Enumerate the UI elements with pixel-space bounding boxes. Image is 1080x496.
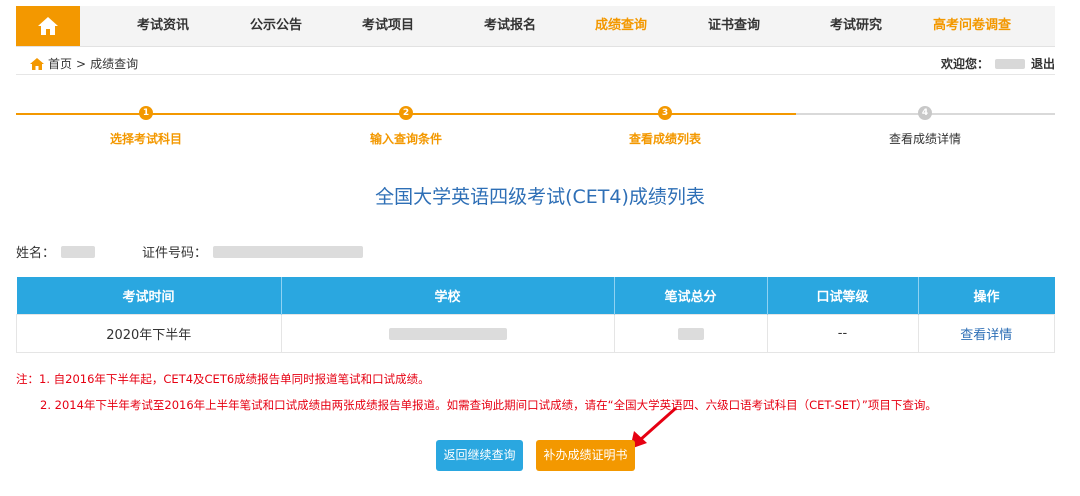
nav-item-registration[interactable]: 考试报名 [484, 6, 536, 46]
cell-school [280, 314, 615, 353]
home-icon [38, 17, 58, 35]
id-info: 证件号码： [142, 242, 364, 261]
nav-item-announcements[interactable]: 公示公告 [250, 6, 302, 46]
logout-link[interactable]: 退出 [1031, 55, 1055, 72]
column-header-written-total: 笔试总分 [614, 277, 768, 315]
table-header-row: 考试时间 学校 笔试总分 口试等级 操作 [16, 277, 1055, 315]
id-redacted [213, 245, 364, 258]
id-label: 证件号码： [142, 246, 208, 261]
welcome-text: 欢迎您： [940, 57, 989, 71]
nav-item-exam-research[interactable]: 考试研究 [830, 6, 882, 46]
step-3-label: 查看成绩列表 [628, 132, 702, 146]
cell-written-total [613, 314, 768, 353]
cell-exam-time: 2020年下半年 [16, 314, 282, 353]
user-welcome: 欢迎您： 退出 [941, 55, 1055, 72]
score-redacted [677, 327, 704, 340]
breadcrumb-bar: 首页 > 成绩查询 欢迎您： 退出 [16, 52, 1055, 75]
step-2-marker: 2 [399, 106, 413, 120]
school-redacted [388, 327, 507, 340]
note-line-1: 注：1. 自2016年下半年起，CET4及CET6成绩报告单同时报道笔试和口试成… [16, 372, 430, 386]
nav-item-survey[interactable]: 高考问卷调查 [933, 6, 1011, 46]
cell-oral-grade: -- [766, 314, 919, 353]
score-table: 考试时间 学校 笔试总分 口试等级 操作 2020年下半年 -- 查看详情 [16, 277, 1055, 353]
back-to-query-button[interactable]: 返回继续查询 [436, 440, 523, 471]
cell-action: 查看详情 [917, 314, 1055, 353]
column-header-exam-time: 考试时间 [16, 277, 282, 315]
note-line-2: 2. 2014年下半年考试至2016年上半年笔试和口试成绩由两张成绩报告单报道。… [40, 398, 937, 412]
nav-item-score-query[interactable]: 成绩查询 [595, 6, 647, 46]
top-navigation: 考试资讯 公示公告 考试项目 考试报名 成绩查询 证书查询 考试研究 高考问卷调… [16, 6, 1055, 47]
username-redacted [994, 58, 1025, 69]
nav-item-exam-projects[interactable]: 考试项目 [362, 6, 414, 46]
view-details-link[interactable]: 查看详情 [960, 328, 1012, 343]
breadcrumb: 首页 > 成绩查询 [30, 55, 138, 72]
nav-item-exam-news[interactable]: 考试资讯 [137, 6, 189, 46]
nav-item-certificate-query[interactable]: 证书查询 [708, 6, 760, 46]
reissue-certificate-button[interactable]: 补办成绩证明书 [536, 440, 635, 471]
step-1-marker: 1 [139, 106, 153, 120]
name-redacted [61, 245, 96, 258]
breadcrumb-current: 成绩查询 [90, 57, 139, 71]
step-4-marker: 4 [918, 106, 932, 120]
page-title: 全国大学英语四级考试(CET4)成绩列表 [375, 186, 705, 208]
home-button[interactable] [16, 6, 80, 46]
breadcrumb-separator: > [76, 56, 87, 71]
column-header-oral-grade: 口试等级 [767, 277, 919, 315]
column-header-action: 操作 [918, 277, 1055, 315]
step-2-label: 输入查询条件 [369, 132, 443, 146]
table-row: 2020年下半年 -- 查看详情 [16, 314, 1055, 353]
step-3-marker: 3 [658, 106, 672, 120]
name-label: 姓名： [16, 246, 56, 261]
step-1-label: 选择考试科目 [109, 132, 183, 146]
name-info: 姓名： [16, 242, 96, 261]
breadcrumb-home-link[interactable]: 首页 [48, 55, 72, 72]
home-icon [30, 57, 44, 70]
column-header-school: 学校 [281, 277, 615, 315]
step-4-label: 查看成绩详情 [888, 132, 962, 146]
